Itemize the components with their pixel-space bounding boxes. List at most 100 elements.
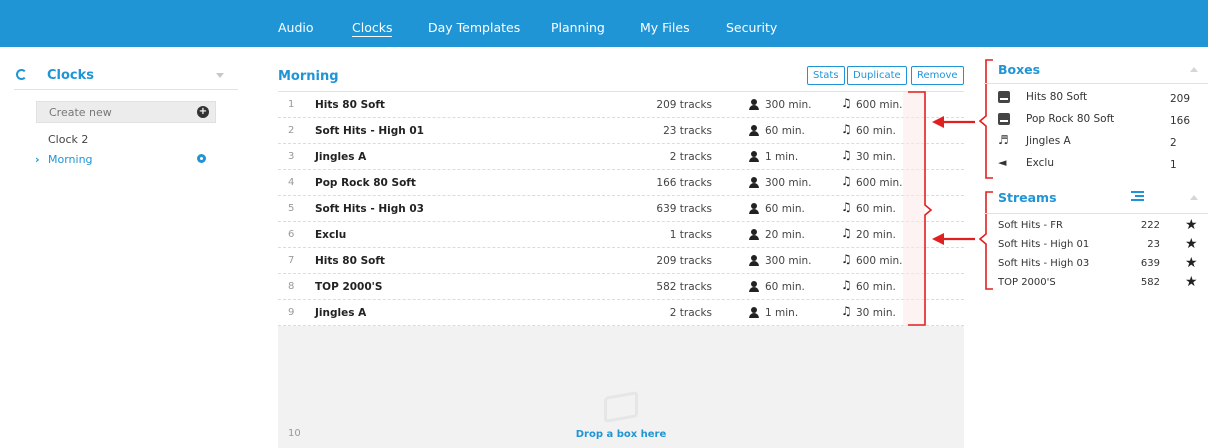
sync-icon[interactable] [16,69,27,80]
row-tracks: 2 tracks [669,151,712,163]
row-number: 2 [288,125,295,136]
add-clock-icon[interactable]: + [197,106,209,118]
clock-item-morning[interactable]: Morning [48,153,93,166]
row-max-duration: 600 min. [856,255,903,267]
box-count: 209 [1170,93,1191,105]
chevron-right-icon: › [35,153,40,166]
clock-rows: 1 Hits 80 Soft 209 tracks 300 min. ♫ 600… [278,91,964,326]
row-box-name: Hits 80 Soft [315,255,385,267]
box-count: 166 [1170,115,1191,127]
box-item[interactable]: ◄ Exclu 1 [984,153,1208,175]
music-note-icon: ♫ [841,278,852,292]
clock-row[interactable]: 4 Pop Rock 80 Soft 166 tracks 300 min. ♫… [278,170,964,196]
clock-row[interactable]: 6 Exclu 1 tracks 20 min. ♫ 20 min. [278,222,964,248]
caret-up-icon[interactable] [1190,67,1198,72]
clock-row[interactable]: 2 Soft Hits - High 01 23 tracks 60 min. … [278,118,964,144]
box-item[interactable]: ♬ Jingles A 2 [984,131,1208,153]
star-icon[interactable]: ★ [1185,274,1198,290]
nav-my-files[interactable]: My Files [640,20,690,35]
row-max-duration: 30 min. [856,307,896,319]
music-note-icon: ♫ [841,174,852,188]
stream-count: 222 [1140,220,1160,231]
drop-zone[interactable]: 10 Drop a box here [278,326,964,448]
music-note-icon: ♫ [841,226,852,240]
row-number: 6 [288,229,295,240]
library-panel: Boxes Hits 80 Soft 209 Pop Rock 80 Soft … [984,47,1208,448]
nav-day-templates[interactable]: Day Templates [428,20,520,35]
hdd-icon [998,91,1010,103]
box-name: Jingles A [1026,135,1071,147]
boxes-title: Boxes [998,62,1041,77]
stream-name: Soft Hits - High 01 [998,239,1090,250]
row-box-name: Soft Hits - High 03 [315,203,424,215]
user-icon [749,99,759,110]
remove-button[interactable]: Remove [911,66,964,85]
stream-count: 639 [1140,258,1160,269]
stream-item[interactable]: Soft Hits - High 03 639 ★ [984,255,1208,275]
row-tracks: 23 tracks [663,125,712,137]
stream-item[interactable]: Soft Hits - FR 222 ★ [984,217,1208,237]
megaphone-icon: ◄ [998,156,1007,169]
drop-zone-label: Drop a box here [575,429,667,440]
row-duration: 300 min. [765,99,812,111]
clock-item-clock-2[interactable]: Clock 2 [48,133,88,146]
caret-up-icon[interactable] [1190,195,1198,200]
clock-row[interactable]: 8 TOP 2000'S 582 tracks 60 min. ♫ 60 min… [278,274,964,300]
row-duration: 60 min. [765,281,805,293]
nav-clocks[interactable]: Clocks [352,20,393,37]
gear-icon[interactable] [197,154,206,163]
star-icon[interactable]: ★ [1185,255,1198,271]
user-icon [749,125,759,136]
row-number: 9 [288,307,295,318]
box-icon [604,391,638,423]
clocks-sidebar-title: Clocks [47,68,95,83]
clock-row[interactable]: 1 Hits 80 Soft 209 tracks 300 min. ♫ 600… [278,92,964,118]
nav-planning[interactable]: Planning [551,20,605,35]
row-max-duration: 60 min. [856,203,896,215]
row-duration: 1 min. [765,307,799,319]
caret-down-icon[interactable] [216,73,224,78]
row-tracks: 2 tracks [669,307,712,319]
box-count: 2 [1170,137,1177,149]
box-name: Exclu [1026,157,1055,169]
row-number: 5 [288,203,295,214]
clock-row[interactable]: 9 Jingles A 2 tracks 1 min. ♫ 30 min. [278,300,964,326]
nav-security[interactable]: Security [726,20,777,35]
star-icon[interactable]: ★ [1185,236,1198,252]
music-note-icon: ♫ [841,200,852,214]
row-duration: 20 min. [765,229,805,241]
row-box-name: TOP 2000'S [315,281,383,293]
duplicate-button[interactable]: Duplicate [847,66,907,85]
row-box-name: Exclu [315,229,347,241]
create-new-label: Create new [49,106,112,119]
row-duration: 1 min. [765,151,799,163]
user-icon [749,281,759,292]
list-icon[interactable] [1131,191,1144,201]
create-new-clock-input[interactable]: Create new + [36,101,216,123]
stream-name: Soft Hits - FR [998,220,1064,231]
stats-button[interactable]: Stats [807,66,845,85]
nav-audio[interactable]: Audio [278,20,314,35]
clock-row[interactable]: 5 Soft Hits - High 03 639 tracks 60 min.… [278,196,964,222]
row-tracks: 1 tracks [669,229,712,241]
box-item[interactable]: Hits 80 Soft 209 [984,87,1208,109]
stream-item[interactable]: Soft Hits - High 01 23 ★ [984,236,1208,256]
clock-row[interactable]: 3 Jingles A 2 tracks 1 min. ♫ 30 min. [278,144,964,170]
hdd-icon [998,113,1010,125]
user-icon [749,229,759,240]
divider [984,83,1208,84]
user-icon [749,255,759,266]
row-tracks: 209 tracks [656,99,712,111]
box-item[interactable]: Pop Rock 80 Soft 166 [984,109,1208,131]
stream-name: TOP 2000'S [998,277,1056,288]
row-duration: 60 min. [765,125,805,137]
stream-item[interactable]: TOP 2000'S 582 ★ [984,274,1208,294]
user-icon [749,151,759,162]
row-tracks: 209 tracks [656,255,712,267]
star-icon[interactable]: ★ [1185,217,1198,233]
row-tracks: 166 tracks [656,177,712,189]
clock-title: Morning [278,69,339,84]
music-note-icon: ♫ [841,304,852,318]
clock-row[interactable]: 7 Hits 80 Soft 209 tracks 300 min. ♫ 600… [278,248,964,274]
box-name: Pop Rock 80 Soft [1026,113,1115,125]
